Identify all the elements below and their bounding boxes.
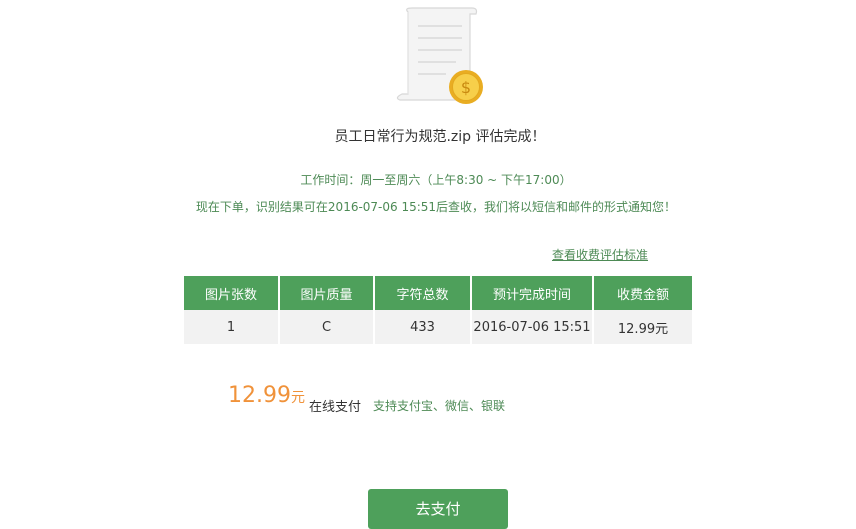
table-row: 1 C 433 2016-07-06 15:51 12.99元: [184, 310, 692, 344]
pay-methods-text: 支持支付宝、微信、银联: [373, 399, 506, 413]
price-amount: 12.99元: [228, 383, 305, 408]
header-image-quality: 图片质量: [279, 276, 375, 310]
page-title: 员工日常行为规范.zip 评估完成！: [334, 129, 546, 145]
table-header-row: 图片张数 图片质量 字符总数 预计完成时间 收费金额: [184, 276, 692, 310]
svg-text:$: $: [461, 78, 471, 97]
cell-fee: 12.99元: [593, 310, 692, 344]
cell-eta: 2016-07-06 15:51: [471, 310, 594, 344]
price-value: 12.99: [228, 383, 291, 408]
header-eta: 预计完成时间: [471, 276, 594, 310]
fee-standard-link[interactable]: 查看收费评估标准: [552, 246, 648, 263]
result-notice-text: 现在下单，识别结果可在2016-07-06 15:51后查收，我们将以短信和邮件…: [195, 200, 677, 214]
online-pay-label: 在线支付: [309, 400, 362, 415]
cell-image-quality: C: [279, 310, 375, 344]
evaluation-table: 图片张数 图片质量 字符总数 预计完成时间 收费金额 1 C 433 2016-…: [184, 276, 692, 344]
cell-char-total: 433: [374, 310, 472, 344]
pay-button[interactable]: 去支付: [368, 489, 508, 529]
header-fee: 收费金额: [593, 276, 692, 310]
header-char-total: 字符总数: [374, 276, 472, 310]
cell-image-count: 1: [184, 310, 280, 344]
document-coin-icon: $: [390, 4, 490, 108]
work-time-text: 工作时间：周一至周六（上午8:30 ~ 下午17:00）: [300, 173, 572, 187]
header-image-count: 图片张数: [184, 276, 280, 310]
price-unit: 元: [290, 390, 305, 406]
